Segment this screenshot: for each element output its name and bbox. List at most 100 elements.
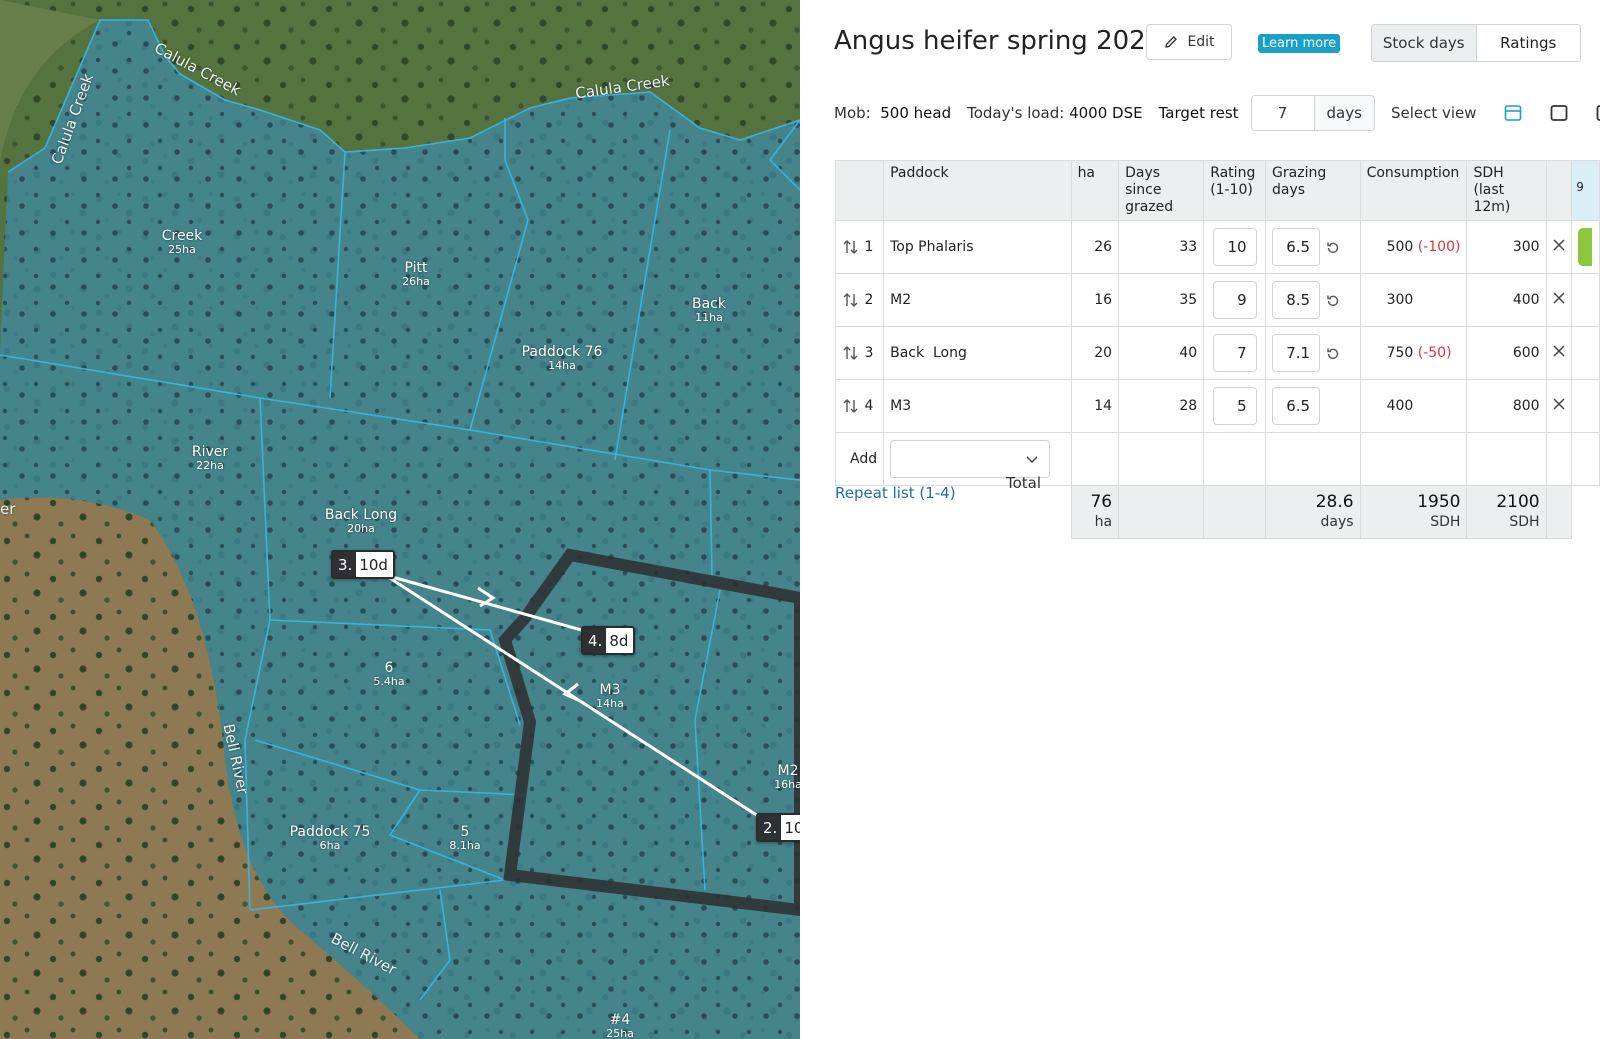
paddock-label[interactable]: Back 11ha xyxy=(692,296,726,325)
total-ha: 76 xyxy=(1090,492,1113,512)
repeat-list-link[interactable]: Repeat list (1-4) xyxy=(835,484,956,502)
reorder-icon[interactable] xyxy=(842,238,860,256)
paddock-label[interactable]: M2 16ha xyxy=(774,763,800,792)
reorder-icon[interactable] xyxy=(842,291,860,309)
table-row[interactable]: 2 M2 16 35 9 8.5 300 400 xyxy=(834,273,1600,327)
map-canvas[interactable] xyxy=(0,0,800,1039)
col-extra: 9 xyxy=(1571,160,1600,221)
add-label: Add xyxy=(834,432,885,486)
total-label: Total xyxy=(1006,474,1042,492)
sdh-value: 400 xyxy=(1466,273,1547,327)
grazing-days-input[interactable]: 7.1 xyxy=(1272,334,1321,372)
route-marker[interactable]: 2.10 xyxy=(756,813,800,842)
pencil-icon xyxy=(1165,36,1178,48)
table-row[interactable]: 1 Top Phalaris 26 33 10 6.5 500 (-100) 3… xyxy=(834,220,1600,274)
route-marker[interactable]: 3. 10d xyxy=(331,550,395,579)
grazing-days-input[interactable]: 6.5 xyxy=(1272,387,1321,425)
remove-row-icon[interactable] xyxy=(1552,344,1566,358)
paddock-label[interactable]: Creek 25ha xyxy=(162,228,203,257)
col-paddock: Paddock xyxy=(883,160,1072,221)
split-view-icon[interactable] xyxy=(1503,103,1523,123)
paddock-table: Paddock ha Days since grazed Rating (1-10)… xyxy=(834,160,1600,539)
paddock-label[interactable]: Pitt 26ha xyxy=(402,260,430,289)
days-since-grazed: 33 xyxy=(1118,220,1205,274)
grazing-plan-panel: Angus heifer spring 2024 Edit Learn more… xyxy=(800,0,1600,1039)
toggle-ratings[interactable]: Ratings xyxy=(1475,25,1580,61)
remove-row-icon[interactable] xyxy=(1552,291,1566,305)
target-rest-field[interactable]: days xyxy=(1250,95,1375,131)
days-since-grazed: 40 xyxy=(1118,326,1205,380)
table-row[interactable]: 4 M3 14 28 5 6.5 400 800 xyxy=(834,379,1600,433)
green-tab[interactable] xyxy=(1578,228,1593,266)
col-rating: Rating (1-10) xyxy=(1203,160,1267,221)
learn-more-link[interactable]: Learn more xyxy=(1258,34,1341,53)
water-label: er xyxy=(0,500,16,518)
table-header: Paddock ha Days since grazed Rating (1-10)… xyxy=(834,160,1600,221)
toggle-stock-days[interactable]: Stock days xyxy=(1372,25,1476,61)
edit-button[interactable]: Edit xyxy=(1146,24,1232,60)
consumption-value: 750 xyxy=(1386,345,1414,361)
target-rest-label: Target rest xyxy=(1158,104,1239,122)
reorder-icon[interactable] xyxy=(842,344,860,362)
row-index: 4 xyxy=(864,398,874,414)
col-sdh: SDH (last 12m) xyxy=(1466,160,1547,221)
reset-icon[interactable] xyxy=(1325,240,1341,256)
rating-input[interactable]: 9 xyxy=(1212,281,1257,319)
paddock-label[interactable]: 5 8.1ha xyxy=(449,824,480,853)
reorder-icon[interactable] xyxy=(842,397,860,415)
total-grazing-days: 28.6 xyxy=(1315,492,1354,512)
paddock-label[interactable]: #4 25ha xyxy=(606,1012,634,1039)
grazing-days-input[interactable]: 6.5 xyxy=(1272,228,1321,266)
consumption-value: 400 xyxy=(1386,398,1414,414)
paddock-label[interactable]: Paddock 76 14ha xyxy=(522,344,603,373)
paddock-label[interactable]: Back Long 20ha xyxy=(325,507,397,536)
col-ha: ha xyxy=(1070,160,1120,221)
row-index: 2 xyxy=(864,292,874,308)
rating-input[interactable]: 5 xyxy=(1212,387,1257,425)
edit-label: Edit xyxy=(1187,34,1215,50)
select-view-label: Select view xyxy=(1390,104,1477,122)
days-since-grazed: 28 xyxy=(1118,379,1205,433)
route-marker[interactable]: 4. 8d xyxy=(581,626,636,655)
paddock-name: Back Long xyxy=(883,326,1072,380)
reset-icon[interactable] xyxy=(1325,293,1341,309)
consumption-delta: (-50) xyxy=(1417,345,1452,361)
consumption-delta: (-100) xyxy=(1417,239,1461,255)
col-grazing-days: Grazing days xyxy=(1265,160,1361,221)
add-paddock-select[interactable] xyxy=(890,440,1051,478)
plan-title: Angus heifer spring 2024 xyxy=(834,26,1163,56)
load-value: 4000 DSE xyxy=(1069,104,1143,122)
total-sdh: 2100 xyxy=(1496,492,1540,512)
mode-toggle[interactable]: Stock days Ratings xyxy=(1371,24,1581,62)
full-view-icon[interactable] xyxy=(1549,103,1569,123)
reset-icon[interactable] xyxy=(1325,346,1341,362)
paddock-ha: 14 xyxy=(1070,379,1120,433)
paddock-name: M2 xyxy=(883,273,1072,327)
target-rest-input[interactable] xyxy=(1251,96,1314,130)
rating-input[interactable]: 10 xyxy=(1212,228,1257,266)
mob-value: 500 head xyxy=(880,104,952,122)
mob-summary: Mob: 500 head Today's load: 4000 DSE Tar… xyxy=(834,94,1600,132)
grazing-days-input[interactable]: 8.5 xyxy=(1272,281,1321,319)
row-index: 3 xyxy=(864,345,874,361)
target-rest-unit: days xyxy=(1313,96,1374,130)
mob-label: Mob: xyxy=(834,104,871,122)
days-since-grazed: 35 xyxy=(1118,273,1205,327)
paddock-label[interactable]: Paddock 75 6ha xyxy=(290,824,371,853)
consumption-value: 300 xyxy=(1386,292,1414,308)
sdh-value: 800 xyxy=(1466,379,1547,433)
col-consumption: Consumption xyxy=(1359,160,1468,221)
remove-row-icon[interactable] xyxy=(1552,397,1566,411)
rating-input[interactable]: 7 xyxy=(1212,334,1257,372)
add-row: Add xyxy=(834,432,1600,486)
map-view[interactable]: Calula Creek Calula Creek Calula Creek B… xyxy=(0,0,800,1039)
paddock-label[interactable]: River 22ha xyxy=(192,444,228,473)
paddock-label[interactable]: 6 5.4ha xyxy=(373,660,404,689)
paddock-name: M3 xyxy=(883,379,1072,433)
row-index: 1 xyxy=(864,239,874,255)
side-panel-view-icon[interactable] xyxy=(1595,103,1600,123)
col-days-since: Days since grazed xyxy=(1118,160,1205,221)
table-row[interactable]: 3 Back Long 20 40 7 7.1 750 (-50) 600 xyxy=(834,326,1600,380)
paddock-label[interactable]: M3 14ha xyxy=(596,682,624,711)
remove-row-icon[interactable] xyxy=(1552,238,1566,252)
